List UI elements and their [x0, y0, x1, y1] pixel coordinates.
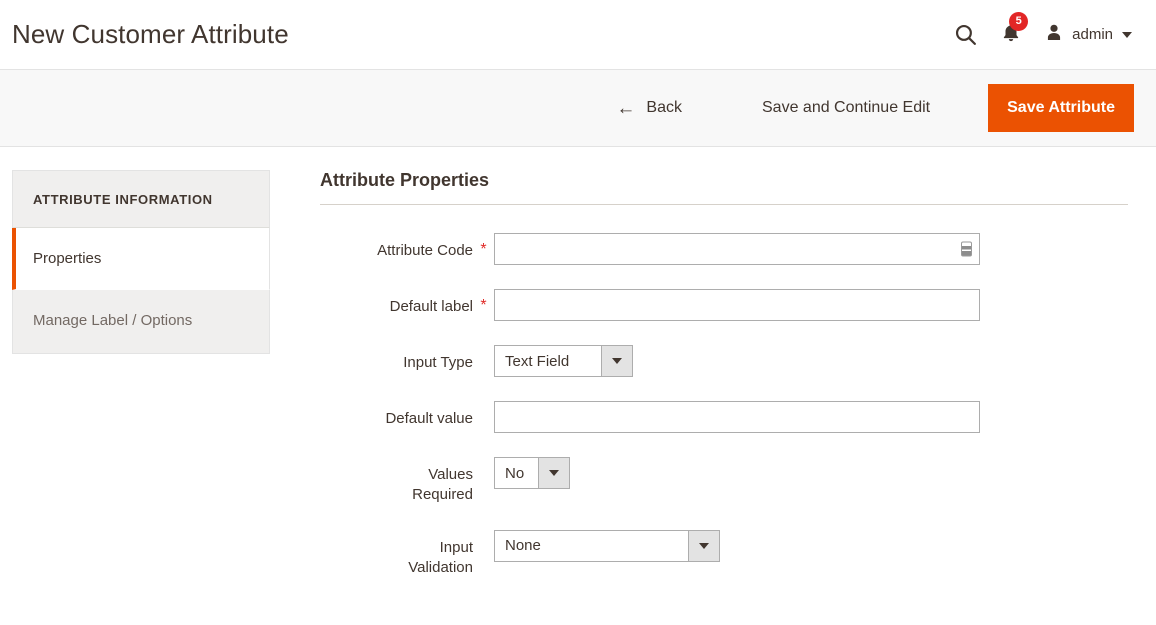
chevron-down-icon — [601, 346, 632, 376]
input-type-selected-value: Text Field — [505, 352, 570, 370]
field-label: Input Type — [403, 354, 473, 371]
sidebar-item-label: Manage Label / Options — [33, 312, 193, 329]
input-validation-selected-value: None — [505, 537, 541, 554]
attribute-information-tabs: ATTRIBUTE INFORMATION Properties Manage … — [12, 170, 270, 354]
chevron-down-icon — [1122, 31, 1132, 38]
arrow-left-icon: ← — [616, 97, 636, 119]
default-value-input[interactable] — [494, 401, 980, 433]
notifications-button[interactable]: 5 — [1000, 11, 1029, 49]
notification-count-badge: 5 — [1009, 11, 1029, 31]
sidebar-item-properties[interactable]: Properties — [12, 228, 270, 290]
attribute-code-input[interactable] — [494, 233, 980, 265]
sidebar-item-manage-label-options[interactable]: Manage Label / Options — [12, 290, 270, 354]
user-name: admin — [1072, 26, 1113, 43]
field-label: Attribute Code — [377, 242, 473, 259]
field-label: Default value — [385, 410, 473, 427]
save-and-continue-edit-button[interactable]: Save and Continue Edit — [746, 91, 946, 125]
sidebar-item-label: Properties — [33, 250, 102, 267]
field-values-required: Values Required No — [320, 457, 1128, 506]
user-menu[interactable]: admin — [1044, 22, 1132, 48]
field-label: Input Validation — [320, 530, 473, 579]
required-marker: * — [480, 241, 487, 258]
field-attribute-code: Attribute Code * — [320, 233, 1128, 265]
back-button[interactable]: ← Back — [602, 91, 696, 126]
values-required-selected-value: No — [505, 464, 525, 482]
header-actions: 5 admin — [953, 11, 1134, 49]
chevron-down-icon — [538, 458, 569, 488]
field-default-label: Default label * — [320, 289, 1128, 321]
field-label-line1: Input — [439, 538, 473, 556]
save-attribute-button[interactable]: Save Attribute — [988, 84, 1134, 132]
field-label-line2: Required — [412, 486, 473, 504]
page-title: New Customer Attribute — [12, 19, 289, 49]
user-avatar-icon — [1044, 22, 1064, 48]
required-marker: * — [480, 297, 487, 314]
page-header: New Customer Attribute 5 admin — [0, 0, 1156, 69]
search-icon[interactable] — [953, 22, 978, 47]
chevron-down-icon — [688, 530, 719, 561]
attribute-properties-form: Attribute Properties Attribute Code * De… — [270, 170, 1156, 602]
default-label-input[interactable] — [494, 289, 980, 321]
field-label-line2: Validation — [408, 558, 473, 576]
page-actions-toolbar: ← Back Save and Continue Edit Save Attri… — [0, 69, 1156, 147]
field-label: Values Required — [320, 457, 473, 506]
field-label-line1: Values — [428, 466, 473, 483]
back-button-label: Back — [646, 99, 682, 116]
field-default-value: Default value — [320, 401, 1128, 433]
input-validation-select[interactable]: None — [494, 529, 720, 562]
values-required-select[interactable]: No — [494, 457, 570, 489]
section-title: Attribute Properties — [320, 170, 1128, 205]
input-type-select[interactable]: Text Field — [494, 345, 633, 377]
field-input-validation: Input Validation None — [320, 529, 1128, 579]
sidebar-title: ATTRIBUTE INFORMATION — [12, 170, 270, 228]
page-body: ATTRIBUTE INFORMATION Properties Manage … — [0, 147, 1156, 602]
field-label: Default label — [389, 298, 473, 315]
field-input-type: Input Type Text Field — [320, 345, 1128, 377]
